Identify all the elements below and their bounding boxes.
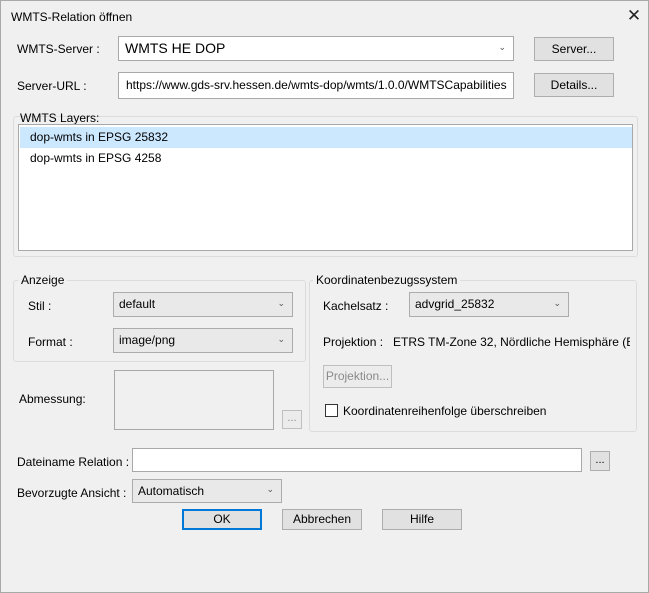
stil-select-value: default xyxy=(119,297,156,311)
help-button[interactable]: Hilfe xyxy=(382,509,462,530)
list-item[interactable]: dop-wmts in EPSG 4258 xyxy=(20,148,632,169)
ansicht-select[interactable]: Automatisch ⌄ xyxy=(132,479,282,503)
chevron-down-icon: ⌄ xyxy=(498,42,506,52)
stil-select[interactable]: default ⌄ xyxy=(113,292,293,317)
override-checkbox[interactable] xyxy=(325,404,338,417)
window-title: WMTS-Relation öffnen xyxy=(11,10,133,24)
server-url-label: Server-URL : xyxy=(17,79,87,93)
dateiname-label: Dateiname Relation : xyxy=(17,455,130,469)
stil-label: Stil : xyxy=(28,299,52,313)
close-icon[interactable]: ✕ xyxy=(621,5,647,29)
projektion-value: ETRS TM-Zone 32, Nördliche Hemisphäre (E xyxy=(393,335,630,349)
kachelsatz-select-value: advgrid_25832 xyxy=(415,297,495,311)
abmessung-browse-button[interactable]: ... xyxy=(282,410,302,429)
abmessung-label: Abmessung: xyxy=(19,392,86,406)
server-select-value: WMTS HE DOP xyxy=(125,40,226,56)
chevron-down-icon: ⌄ xyxy=(553,298,561,308)
format-select-value: image/png xyxy=(119,333,176,347)
crs-title: Koordinatenbezugssystem xyxy=(313,273,461,287)
layers-list[interactable]: dop-wmts in EPSG 25832 dop-wmts in EPSG … xyxy=(18,124,633,251)
anzeige-title: Anzeige xyxy=(18,273,68,287)
kachelsatz-select[interactable]: advgrid_25832 ⌄ xyxy=(409,292,569,317)
dateiname-field[interactable] xyxy=(132,448,582,472)
ok-button[interactable]: OK xyxy=(182,509,262,530)
dialog-window: WMTS-Relation öffnen ✕ WMTS-Server : WMT… xyxy=(0,0,649,593)
server-button[interactable]: Server... xyxy=(534,37,614,61)
list-item[interactable]: dop-wmts in EPSG 25832 xyxy=(20,127,632,148)
format-label: Format : xyxy=(28,335,73,349)
chevron-down-icon: ⌄ xyxy=(277,334,285,344)
cancel-button[interactable]: Abbrechen xyxy=(282,509,362,530)
abmessung-box xyxy=(114,370,274,430)
projektion-button[interactable]: Projektion... xyxy=(323,365,392,388)
chevron-down-icon: ⌄ xyxy=(266,484,274,494)
ansicht-select-value: Automatisch xyxy=(138,484,205,498)
chevron-down-icon: ⌄ xyxy=(277,298,285,308)
server-url-field[interactable]: https://www.gds-srv.hessen.de/wmts-dop/w… xyxy=(118,72,514,99)
format-select[interactable]: image/png ⌄ xyxy=(113,328,293,353)
dateiname-browse-button[interactable]: ... xyxy=(590,451,610,471)
details-button[interactable]: Details... xyxy=(534,73,614,97)
override-label: Koordinatenreihenfolge überschreiben xyxy=(343,404,547,418)
layers-title: WMTS Layers: xyxy=(20,111,100,125)
projektion-label: Projektion : xyxy=(323,335,384,349)
server-label: WMTS-Server : xyxy=(17,42,100,56)
server-select[interactable]: WMTS HE DOP ⌄ xyxy=(118,36,514,61)
ansicht-label: Bevorzugte Ansicht : xyxy=(17,486,127,500)
kachelsatz-label: Kachelsatz : xyxy=(323,299,389,313)
